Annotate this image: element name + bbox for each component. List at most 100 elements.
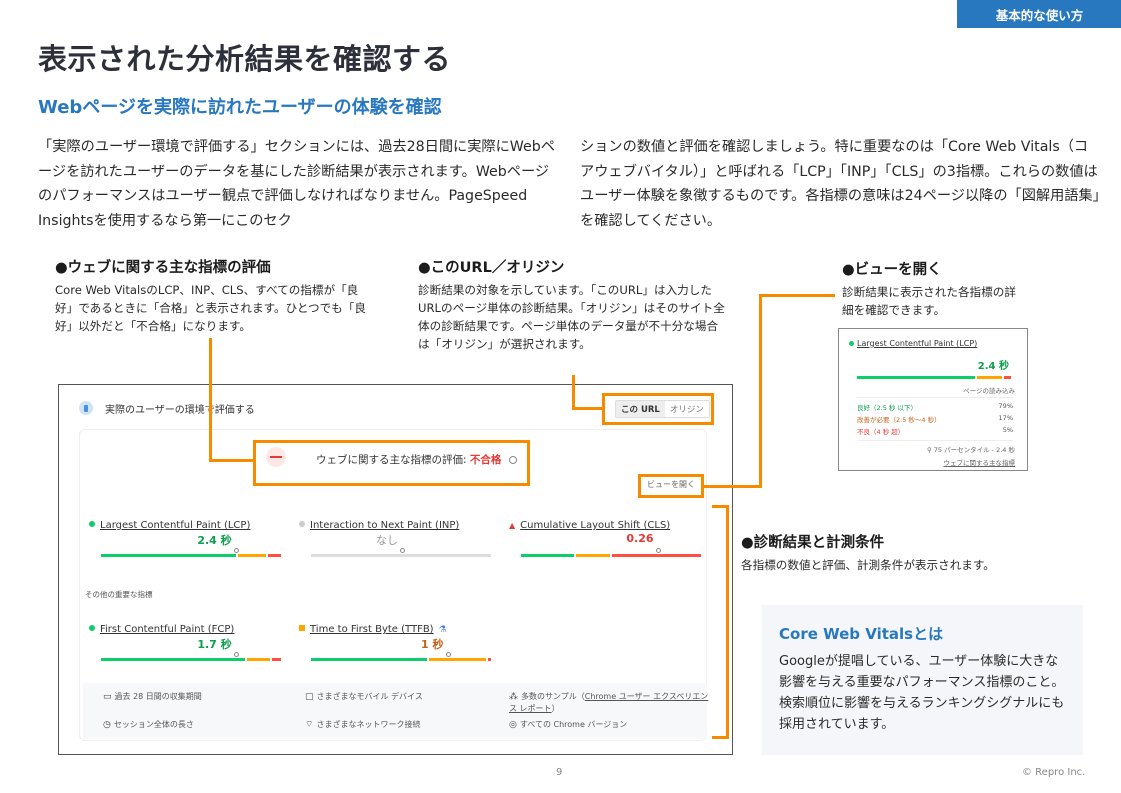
callout-heading: ●このURL／オリジン — [418, 260, 565, 276]
highlight-toggle — [602, 393, 714, 425]
status-dot-icon — [89, 624, 95, 631]
status-dot-icon — [89, 520, 95, 527]
cwv-info-box: Core Web Vitalsとは Googleが提唱している、ユーザー体験に大… — [762, 605, 1083, 755]
bracket-line — [712, 736, 729, 739]
devices-icon: ▢ — [305, 692, 314, 702]
page-subtitle: Webページを実際に訪れたユーザーの体験を確認 — [38, 97, 442, 118]
callout-body: 診断結果に表示された各指標の詳細を確認できます。 — [842, 285, 1016, 317]
condition-item: ⁂ 多数のサンプル（Chrome ユーザー エクスペリエンス レポート） — [509, 691, 709, 715]
callout-core-eval: ●ウェブに関する主な指標の評価 Core Web VitalsのLCP、INP、… — [55, 256, 375, 335]
lcp-panel-title: Largest Contentful Paint (LCP) — [849, 339, 977, 348]
connector-line — [759, 294, 835, 297]
timer-icon: ◷ — [103, 720, 111, 730]
lcp-panel-link[interactable]: Largest Contentful Paint (LCP) — [857, 339, 977, 348]
wifi-icon: ⌔ — [305, 720, 314, 730]
metric-3: First Contentful Paint (FCP) 1.7 秒 — [89, 617, 281, 661]
metric-value: 1.7 秒 — [197, 638, 232, 651]
distribution-bar — [311, 554, 491, 557]
distribution-row: 良好（2.5 秒 以下） 79% — [857, 402, 1013, 412]
distribution-row: 不良（4 秒 超） 5% — [857, 426, 1013, 436]
condition-text: セッション全体の長さ — [113, 720, 194, 729]
metric-name[interactable]: Time to First Byte (TTFB) — [310, 624, 434, 635]
users-icon — [79, 401, 93, 415]
divider — [857, 440, 1013, 441]
condition-tail: ） — [551, 704, 560, 713]
cwv-heading: Core Web Vitalsとは — [779, 625, 944, 643]
distribution-bar — [237, 554, 267, 557]
metric-value: 0.26 — [626, 532, 654, 545]
distribution-bar — [101, 658, 245, 661]
condition-text: 多数のサンプル（ — [521, 692, 585, 701]
intro-right: ションの数値と評価を確認しましょう。特に重要なのは「Core Web Vital… — [580, 139, 1100, 229]
condition-text: さまざまなネットワーク接続 — [316, 720, 421, 729]
metric-value: 1 秒 — [421, 638, 444, 651]
callout-open-view: ●ビューを開く 診断結果に表示された各指標の詳細を確認できます。 — [842, 258, 1022, 319]
row-label: 良好（2.5 秒 以下） — [857, 404, 917, 412]
lab-flask-icon: ⚗ — [438, 625, 447, 635]
distribution-bar — [101, 554, 236, 557]
metric-value: 2.4 秒 — [197, 534, 232, 547]
percentile-marker — [400, 548, 405, 553]
metric-2: ▲ Cumulative Layout Shift (CLS) 0.26 — [509, 513, 701, 557]
calendar-icon: ▭ — [103, 692, 112, 702]
metric-4: Time to First Byte (TTFB) ⚗ 1 秒 — [299, 617, 491, 661]
row-pct: 17% — [998, 414, 1013, 422]
other-metrics-label: その他の重要な指標 — [85, 590, 153, 599]
distribution-bar — [487, 658, 491, 661]
cwv-link[interactable]: ウェブに関する主な指標 — [944, 457, 1016, 467]
metric-value: なし — [376, 534, 398, 547]
distribution-bar — [272, 658, 281, 661]
distribution-bar — [246, 658, 271, 661]
metric-name[interactable]: Largest Contentful Paint (LCP) — [100, 520, 250, 531]
percentile-marker — [445, 652, 451, 657]
callout-body: 診断結果の対象を示しています。「このURL」は入力したURLのページ単体の診断結… — [418, 283, 725, 351]
callout-body: 各指標の数値と評価、計測条件が表示されます。 — [741, 558, 995, 572]
status-dot-icon — [299, 520, 305, 527]
bar-poor — [1004, 376, 1011, 379]
metric-name[interactable]: Interaction to Next Paint (INP) — [310, 520, 459, 531]
bracket-line — [726, 505, 729, 739]
copyright: © Repro Inc. — [1022, 767, 1086, 778]
row-label: 不良（4 秒 超） — [857, 428, 905, 436]
divider — [857, 397, 1013, 398]
poor-triangle-icon: ▲ — [509, 521, 516, 530]
distribution-row: 改善が必要（2.5 秒〜4 秒） 17% — [857, 414, 1013, 424]
distribution-bar — [575, 554, 610, 557]
distribution-bar — [429, 658, 486, 661]
condition-item: ▭ 過去 28 日間の収集期間 — [103, 691, 202, 702]
page-title: 表示された分析結果を確認する — [38, 42, 452, 76]
callout-body: Core Web VitalsのLCP、INP、CLS、すべての指標が「良好」で… — [55, 283, 366, 333]
percentile-marker — [233, 548, 239, 553]
condition-item: ◷ セッション全体の長さ — [103, 719, 194, 730]
percentile-text: ⚲ 75 パーセンタイル - 2.4 秒 — [926, 446, 1015, 454]
distribution-bar — [311, 658, 428, 661]
cwv-body: Googleが提唱している、ユーザー体験に大きな影響を与える重要なパフォーマンス… — [779, 654, 1065, 732]
lcp-detail-panel: Largest Contentful Paint (LCP) 2.4 秒 ページ… — [838, 328, 1028, 471]
section-tag: 基本的な使い方 — [957, 0, 1121, 28]
highlight-open-view — [638, 474, 704, 498]
condition-item: ▢ さまざまなモバイル デバイス — [305, 691, 423, 702]
condition-text: さまざまなモバイル デバイス — [316, 692, 423, 701]
people-icon: ⁂ — [509, 692, 518, 702]
connector-line — [209, 338, 212, 462]
callout-heading: ●ウェブに関する主な指標の評価 — [55, 260, 271, 276]
metric-0: Largest Contentful Paint (LCP) 2.4 秒 — [89, 513, 281, 557]
ni-square-icon — [299, 624, 305, 631]
row-pct: 5% — [1002, 426, 1013, 434]
distribution-bar — [612, 554, 701, 557]
bar-good — [857, 376, 975, 379]
percentile-marker — [233, 652, 239, 657]
condition-item: ◎ すべての Chrome バージョン — [509, 719, 627, 730]
condition-item: ⌔ さまざまなネットワーク接続 — [305, 719, 420, 730]
metric-name[interactable]: First Contentful Paint (FCP) — [100, 624, 234, 635]
lcp-panel-caption: ページの読み込み — [963, 387, 1015, 395]
distribution-bar — [521, 554, 574, 557]
bar-ni — [977, 376, 1002, 379]
callout-results: ●診断結果と計測条件 各指標の数値と評価、計測条件が表示されます。 — [741, 531, 1061, 574]
callout-heading: ●ビューを開く — [842, 262, 942, 278]
chrome-icon: ◎ — [509, 720, 517, 730]
metric-name[interactable]: Cumulative Layout Shift (CLS) — [520, 520, 670, 531]
row-pct: 79% — [998, 402, 1013, 410]
distribution-bar — [268, 554, 281, 557]
callout-url-origin: ●このURL／オリジン 診断結果の対象を示しています。「このURL」は入力したU… — [418, 256, 728, 353]
